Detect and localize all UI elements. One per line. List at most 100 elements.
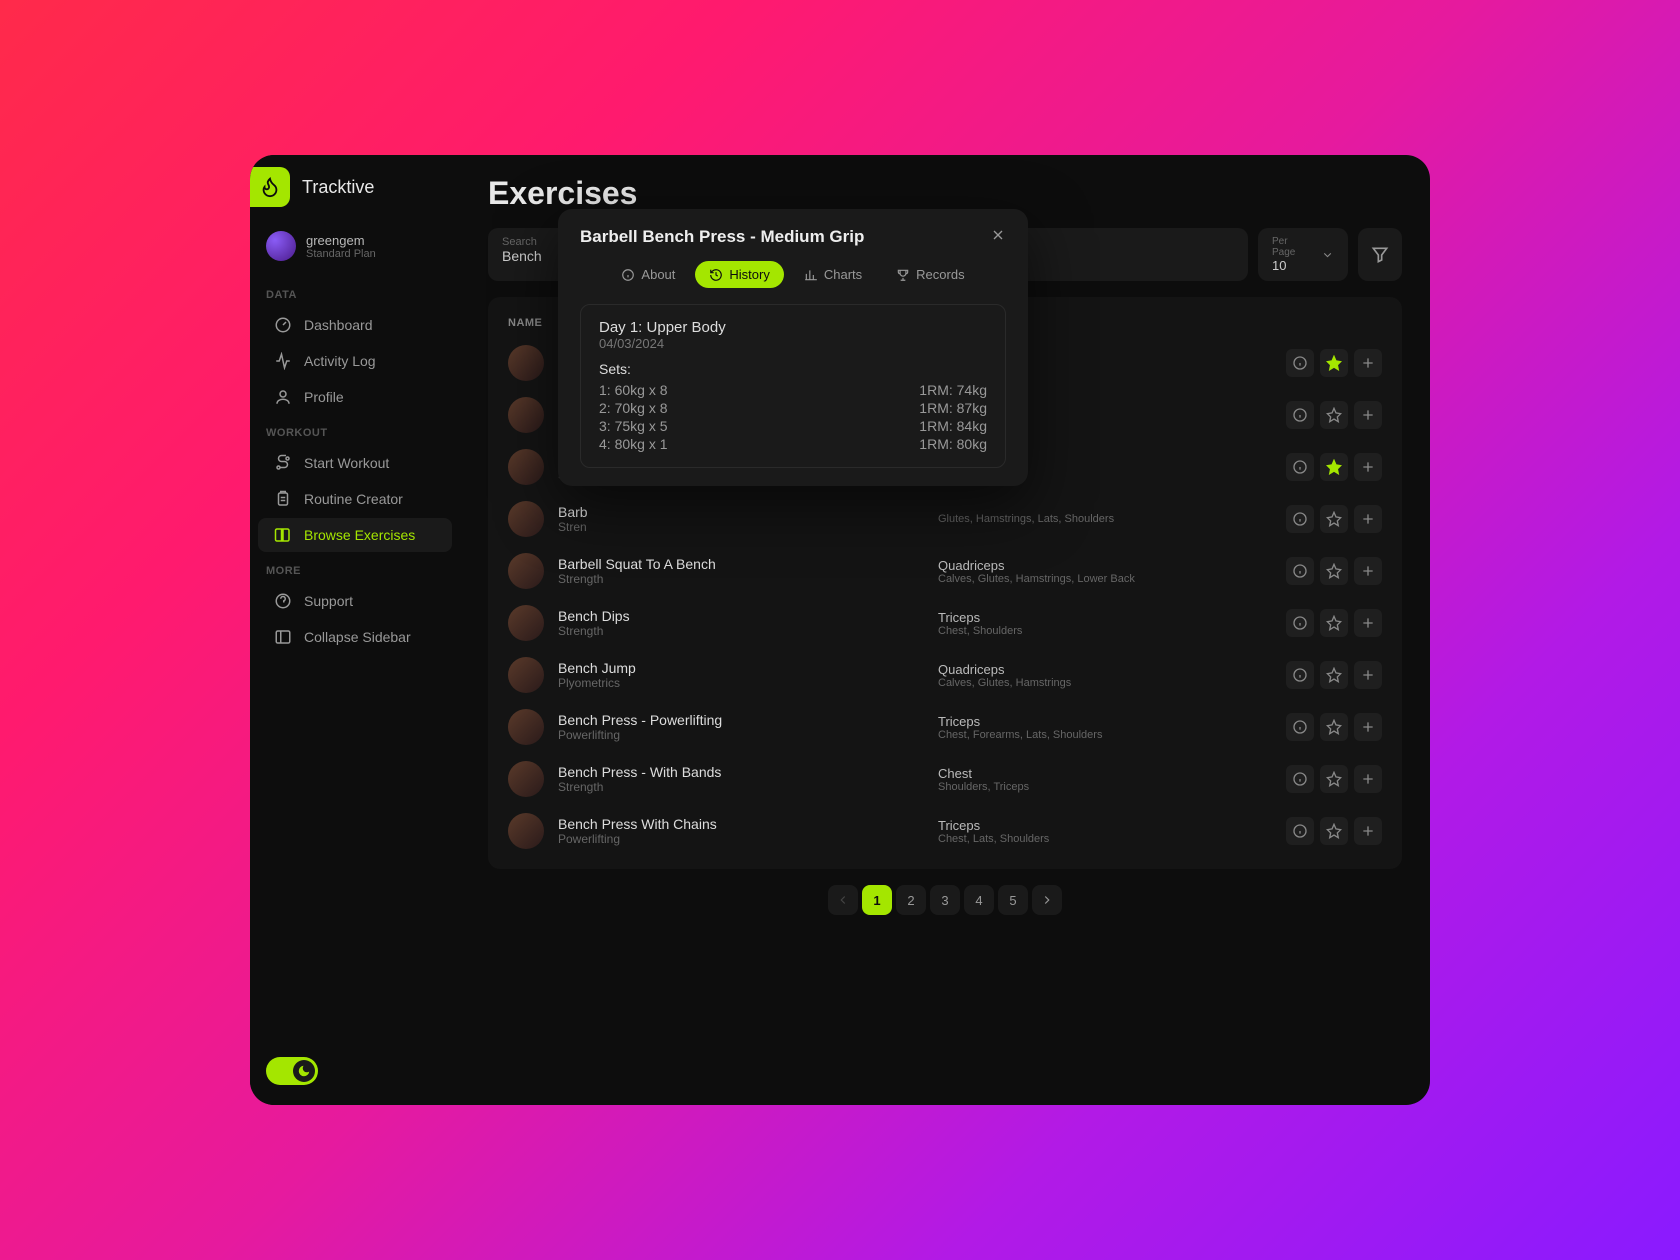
info-button[interactable] [1286, 661, 1314, 689]
exercise-thumb [508, 761, 544, 797]
sidebar-item-browse-exercises[interactable]: Browse Exercises [258, 518, 452, 552]
page-prev[interactable] [828, 885, 858, 915]
row-actions [1286, 401, 1382, 429]
page-1[interactable]: 1 [862, 885, 892, 915]
add-button[interactable] [1354, 505, 1382, 533]
tab-charts[interactable]: Charts [790, 261, 876, 288]
plus-icon [1360, 563, 1376, 579]
tab-history[interactable]: History [695, 261, 783, 288]
close-button[interactable] [990, 227, 1006, 246]
add-button[interactable] [1354, 557, 1382, 585]
page-4[interactable]: 4 [964, 885, 994, 915]
exercise-category: Powerlifting [558, 728, 938, 742]
add-button[interactable] [1354, 713, 1382, 741]
favorite-button[interactable] [1320, 349, 1348, 377]
set-row: 4: 80kg x 11RM: 80kg [599, 435, 987, 453]
favorite-button[interactable] [1320, 713, 1348, 741]
info-button[interactable] [1286, 609, 1314, 637]
favorite-button[interactable] [1320, 765, 1348, 793]
table-row[interactable]: Bench Press - Powerlifting Powerlifting … [488, 701, 1402, 753]
favorite-button[interactable] [1320, 609, 1348, 637]
nav-label: Support [304, 593, 353, 609]
page-2[interactable]: 2 [896, 885, 926, 915]
tab-about[interactable]: About [607, 261, 689, 288]
exercise-thumb [508, 501, 544, 537]
filter-button[interactable] [1358, 228, 1402, 281]
info-icon [1292, 511, 1308, 527]
info-button[interactable] [1286, 713, 1314, 741]
row-actions [1286, 609, 1382, 637]
history-title: Day 1: Upper Body [599, 319, 987, 336]
favorite-button[interactable] [1320, 661, 1348, 689]
table-row[interactable]: Barbell Squat To A Bench Strength Quadri… [488, 545, 1402, 597]
row-actions [1286, 349, 1382, 377]
set-row: 3: 75kg x 51RM: 84kg [599, 417, 987, 435]
secondary-muscles: Calves, Glutes, Hamstrings [938, 677, 1286, 689]
info-icon [1292, 667, 1308, 683]
history-card: Day 1: Upper Body 04/03/2024 Sets: 1: 60… [580, 304, 1006, 468]
user-icon [274, 388, 292, 406]
info-button[interactable] [1286, 401, 1314, 429]
add-button[interactable] [1354, 349, 1382, 377]
page-3[interactable]: 3 [930, 885, 960, 915]
user-name: greengem [306, 233, 376, 248]
exercise-name: Barb [558, 504, 938, 520]
sidebar-item-collapse[interactable]: Collapse Sidebar [258, 620, 452, 654]
add-button[interactable] [1354, 401, 1382, 429]
exercise-category: Stren [558, 520, 938, 534]
tab-records[interactable]: Records [882, 261, 978, 288]
add-button[interactable] [1354, 817, 1382, 845]
sidebar-item-routine-creator[interactable]: Routine Creator [258, 482, 452, 516]
add-button[interactable] [1354, 453, 1382, 481]
table-row[interactable]: Bench Press With Chains Powerlifting Tri… [488, 805, 1402, 857]
info-icon [1292, 719, 1308, 735]
set-right: 1RM: 87kg [919, 400, 987, 416]
info-button[interactable] [1286, 557, 1314, 585]
info-button[interactable] [1286, 817, 1314, 845]
add-button[interactable] [1354, 609, 1382, 637]
row-left: Bench Press - Powerlifting Powerlifting [558, 712, 938, 742]
primary-muscle: Chest [938, 766, 1286, 781]
row-actions [1286, 817, 1382, 845]
trophy-icon [896, 268, 910, 282]
theme-toggle[interactable] [266, 1057, 318, 1085]
favorite-button[interactable] [1320, 505, 1348, 533]
info-button[interactable] [1286, 349, 1314, 377]
table-row[interactable]: Bench Jump Plyometrics Quadriceps Calves… [488, 649, 1402, 701]
activity-icon [274, 352, 292, 370]
table-row[interactable]: Barb Stren Glutes, Hamstrings, Lats, Sho… [488, 493, 1402, 545]
plus-icon [1360, 615, 1376, 631]
nav-label: Dashboard [304, 317, 373, 333]
exercise-name: Bench Press - With Bands [558, 764, 938, 780]
plus-icon [1360, 511, 1376, 527]
favorite-button[interactable] [1320, 557, 1348, 585]
add-button[interactable] [1354, 765, 1382, 793]
info-button[interactable] [1286, 505, 1314, 533]
per-page-value: 10 [1272, 258, 1311, 273]
favorite-button[interactable] [1320, 401, 1348, 429]
favorite-button[interactable] [1320, 817, 1348, 845]
set-right: 1RM: 80kg [919, 436, 987, 452]
sidebar-item-dashboard[interactable]: Dashboard [258, 308, 452, 342]
set-right: 1RM: 84kg [919, 418, 987, 434]
user-row[interactable]: greengem Standard Plan [250, 223, 460, 277]
page-next[interactable] [1032, 885, 1062, 915]
info-button[interactable] [1286, 453, 1314, 481]
help-icon [274, 592, 292, 610]
chevron-left-icon [836, 893, 850, 907]
info-button[interactable] [1286, 765, 1314, 793]
section-data: DATA [250, 277, 460, 307]
per-page-select[interactable]: Per Page 10 [1258, 228, 1348, 281]
exercise-thumb [508, 605, 544, 641]
add-button[interactable] [1354, 661, 1382, 689]
sidebar-item-activity[interactable]: Activity Log [258, 344, 452, 378]
user-info: greengem Standard Plan [306, 233, 376, 260]
sidebar-item-profile[interactable]: Profile [258, 380, 452, 414]
favorite-button[interactable] [1320, 453, 1348, 481]
page-5[interactable]: 5 [998, 885, 1028, 915]
table-row[interactable]: Bench Press - With Bands Strength Chest … [488, 753, 1402, 805]
sidebar-item-support[interactable]: Support [258, 584, 452, 618]
table-row[interactable]: Bench Dips Strength Triceps Chest, Shoul… [488, 597, 1402, 649]
row-left: Bench Press With Chains Powerlifting [558, 816, 938, 846]
sidebar-item-start-workout[interactable]: Start Workout [258, 446, 452, 480]
